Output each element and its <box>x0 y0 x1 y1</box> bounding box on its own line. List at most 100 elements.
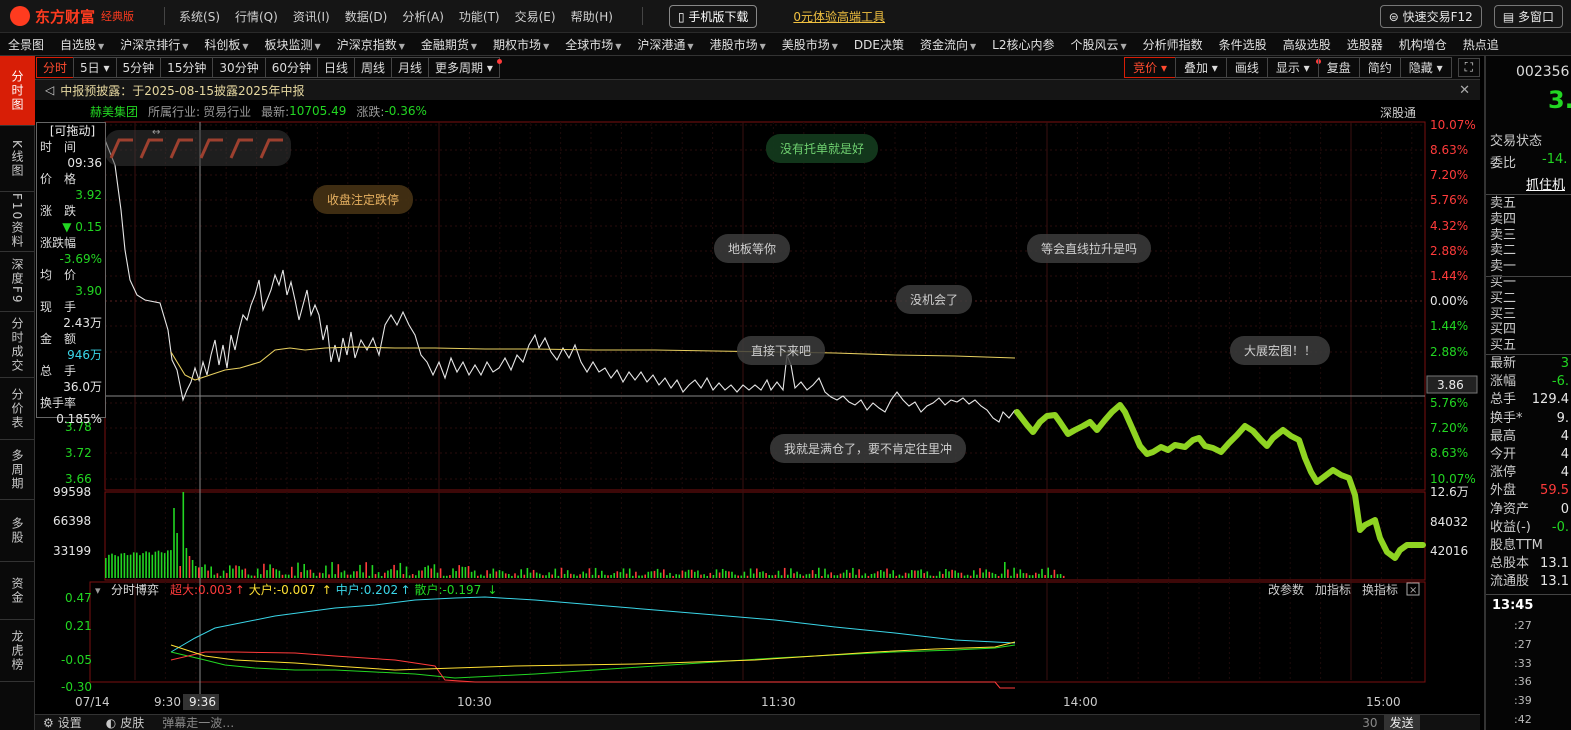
send-button[interactable]: 发送 <box>1383 714 1420 730</box>
nav-item-11[interactable]: 美股市场 ▼ <box>774 36 846 53</box>
volume-bar <box>473 570 476 578</box>
nav-item-14[interactable]: L2核心内参 <box>984 36 1062 53</box>
indicator-name[interactable]: 分时博弈 <box>111 582 159 597</box>
volume-bar <box>932 575 935 578</box>
change-label: 涨跌: <box>356 104 385 119</box>
nav-item-3[interactable]: 科创板 ▼ <box>196 36 256 53</box>
nav-item-16[interactable]: 分析师指数 <box>1135 36 1211 53</box>
pct-tick-label: 10.07% <box>1430 472 1476 486</box>
menu-1[interactable]: 行情(Q) <box>235 8 278 25</box>
multi-window-button[interactable]: ▤ 多窗口 <box>1493 4 1563 28</box>
volume-bar <box>489 573 491 578</box>
chevron-down-icon: ▼ <box>970 41 977 51</box>
nav-item-1[interactable]: 自选股 ▼ <box>52 36 112 53</box>
left-tab-9[interactable]: 龙虎榜 <box>0 620 35 682</box>
volume-tick-label: 12.6万 <box>1430 485 1469 499</box>
close-icon[interactable]: ✕ <box>1459 83 1470 98</box>
fullscreen-icon[interactable]: ⛶ <box>1457 58 1480 77</box>
left-tab-0[interactable]: 分时图 <box>0 56 35 126</box>
date-label: 07/14 <box>75 695 110 709</box>
tool-tab-0[interactable]: 竞价 ▾ <box>1124 57 1176 78</box>
volume-bar <box>790 568 792 578</box>
volume-bar <box>142 553 144 578</box>
nav-item-0[interactable]: 全景图 <box>0 36 52 53</box>
period-tab-1[interactable]: 5日 ▾ <box>73 57 117 78</box>
left-tab-5[interactable]: 分价表 <box>0 378 35 440</box>
indicator-action-button[interactable]: 改参数 <box>1268 582 1304 597</box>
menu-2[interactable]: 资讯(I) <box>293 8 330 25</box>
period-tab-8[interactable]: 月线 <box>391 57 430 78</box>
nav-item-20[interactable]: 机构增仓 <box>1391 36 1455 53</box>
nav-item-2[interactable]: 沪深京排行 ▼ <box>112 36 196 53</box>
skin-icon[interactable]: ◐ <box>106 716 116 730</box>
left-tab-4[interactable]: 分时成交 <box>0 312 35 378</box>
collapse-icon[interactable]: ▾ <box>95 584 101 597</box>
indicator-action-button[interactable]: 换指标 <box>1362 582 1398 597</box>
nav-item-15[interactable]: 个股风云 ▼ <box>1062 36 1134 53</box>
period-tab-7[interactable]: 周线 <box>354 57 393 78</box>
nav-item-5[interactable]: 沪深京指数 ▼ <box>329 36 413 53</box>
resize-icon[interactable]: ↔ <box>152 127 160 138</box>
catch-link[interactable]: 抓住机 <box>1526 174 1565 193</box>
nav-item-13[interactable]: 资金流向 ▼ <box>912 36 984 53</box>
notice-text[interactable]: 中报预披露：于2025-08-15披露2025年中报 <box>60 82 304 99</box>
quick-trade-button[interactable]: ⊜ 快速交易F12 <box>1379 4 1482 28</box>
period-tab-0[interactable]: 分时 <box>36 57 75 78</box>
promo-link[interactable]: 0元体验高端工具 <box>793 8 885 25</box>
chevron-down-icon: ▼ <box>398 41 405 51</box>
nav-item-label: DDE决策 <box>853 37 904 52</box>
intraday-chart[interactable]: 10.07% 8.63% 7.20% 5.76% 4.32% 2.88% 1.44% 0.00… <box>35 100 1480 714</box>
left-tab-3[interactable]: 深度F9 <box>0 252 35 312</box>
mobile-download-button[interactable]: ▯ 手机版下载 <box>668 4 758 28</box>
skin-button[interactable]: 皮肤 <box>120 714 144 730</box>
tool-tab-label: 隐藏 <box>1408 61 1433 75</box>
tool-tab-6[interactable]: 隐藏 ▾ <box>1399 57 1452 78</box>
settings-icon[interactable]: ⚙ <box>43 716 54 730</box>
settings-button[interactable]: 设置 <box>58 714 82 730</box>
period-tab-5[interactable]: 60分钟 <box>264 57 318 78</box>
period-tab-3[interactable]: 15分钟 <box>160 57 214 78</box>
menu-7[interactable]: 帮助(H) <box>571 8 613 25</box>
tool-tab-4[interactable]: 复盘 <box>1317 57 1360 78</box>
menu-6[interactable]: 交易(E) <box>515 8 556 25</box>
period-tab-6[interactable]: 日线 <box>316 57 355 78</box>
period-tab-4[interactable]: 30分钟 <box>212 57 266 78</box>
nav-item-6[interactable]: 金融期货 ▼ <box>413 36 485 53</box>
barrage-input[interactable]: 弹幕走一波… <box>162 714 1362 730</box>
nav-item-9[interactable]: 沪深港通 ▼ <box>629 36 701 53</box>
nav-item-10[interactable]: 港股市场 ▼ <box>702 36 774 53</box>
nav-item-21[interactable]: 热点追 <box>1455 36 1507 53</box>
barrage-bubble: 收盘注定跌停 <box>313 185 414 214</box>
tool-tab-3[interactable]: 显示 ▾ <box>1266 57 1321 78</box>
tool-tab-5[interactable]: 简约 <box>1358 57 1401 78</box>
volume-bar <box>1038 573 1040 578</box>
nav-item-12[interactable]: DDE决策 <box>846 36 912 53</box>
left-tab-6[interactable]: 多周期 <box>0 440 35 500</box>
period-tab-2[interactable]: 5分钟 <box>115 57 162 78</box>
indicator-action-button[interactable]: 加指标 <box>1315 582 1351 597</box>
volume-bar <box>179 566 181 578</box>
left-tab-8[interactable]: 资金 <box>0 562 35 620</box>
order-book-level: 买三 <box>1490 306 1517 322</box>
nav-item-17[interactable]: 条件选股 <box>1211 36 1275 53</box>
nav-item-4[interactable]: 板块监测 ▼ <box>257 36 329 53</box>
menu-5[interactable]: 功能(T) <box>459 8 500 25</box>
nav-item-19[interactable]: 选股器 <box>1339 36 1391 53</box>
menu-0[interactable]: 系统(S) <box>179 8 220 25</box>
nav-item-7[interactable]: 期权市场 ▼ <box>485 36 557 53</box>
menu-4[interactable]: 分析(A) <box>402 8 444 25</box>
draggable-hint[interactable]: [可拖动] <box>37 123 105 139</box>
tool-tab-2[interactable]: 画线 <box>1225 57 1268 78</box>
nav-item-8[interactable]: 全球市场 ▼ <box>557 36 629 53</box>
left-tab-7[interactable]: 多股 <box>0 500 35 562</box>
left-tab-2[interactable]: F10资料 <box>0 192 35 252</box>
tool-tab-1[interactable]: 叠加 ▾ <box>1174 57 1227 78</box>
left-tab-1[interactable]: K线图 <box>0 126 35 192</box>
crosshair-info-box[interactable]: [可拖动] 时 间 09:36 价 格 3.92 涨 跌 ▼ 0.15 涨跌幅 -3.69% 均 … <box>36 122 106 426</box>
nav-item-18[interactable]: 高级选股 <box>1275 36 1339 53</box>
volume-bar <box>219 575 222 578</box>
period-tab-9[interactable]: 更多周期 ▾ <box>428 57 502 78</box>
latest-label: 最新: <box>261 104 290 119</box>
stat-value: 3 <box>1560 356 1569 371</box>
menu-3[interactable]: 数据(D) <box>345 8 388 25</box>
